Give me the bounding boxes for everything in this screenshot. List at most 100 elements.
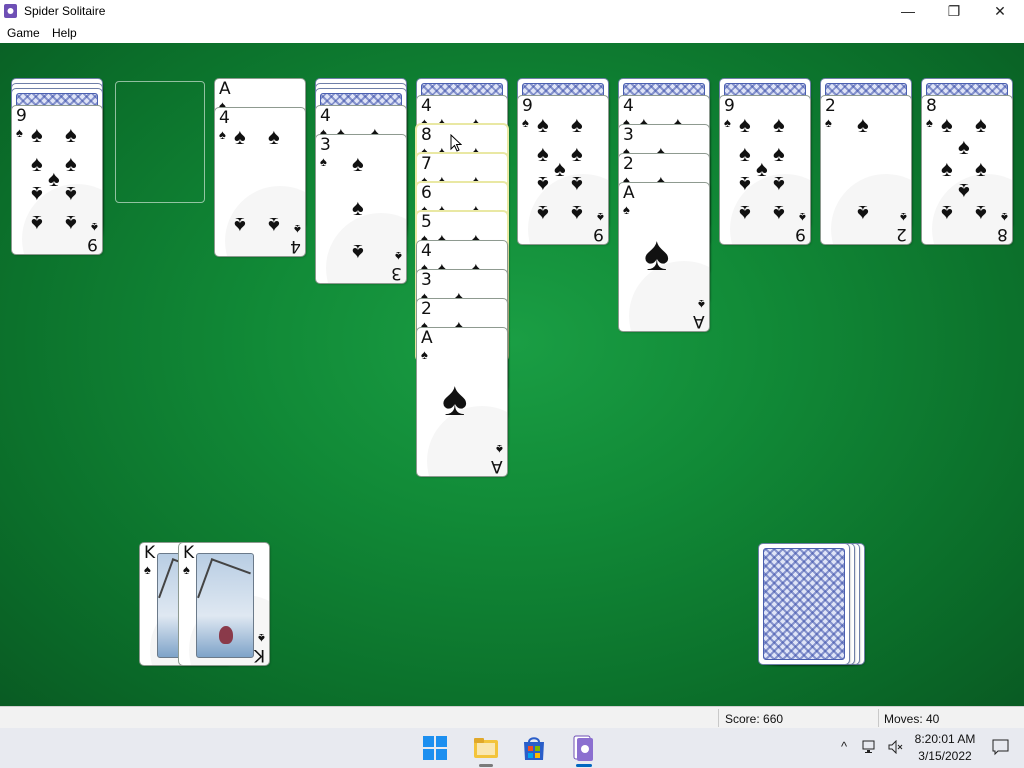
spade-icon: ♠ (941, 156, 953, 181)
spade-icon: ♠ (975, 201, 987, 226)
card-rank: A (219, 79, 231, 99)
spade-icon: ♠ (234, 213, 246, 238)
card-rank: 8 (421, 125, 432, 145)
maximize-button[interactable]: ❐ (931, 0, 977, 22)
restore-icon: ❐ (947, 2, 961, 19)
menu-game[interactable]: Game (7, 26, 40, 40)
card-rank: 8 (926, 96, 937, 116)
card-rank: 5 (421, 212, 432, 232)
close-button[interactable]: ✕ (977, 0, 1023, 22)
spade-icon: ♠ (597, 210, 604, 225)
empty-tableau-slot[interactable] (115, 81, 205, 203)
card-rank: 9 (87, 234, 98, 254)
taskbar: ^ 8:20:01 AM 3/15/2022 (0, 728, 1024, 768)
spade-icon: ♠ (320, 154, 327, 169)
spade-icon: ♠ (537, 112, 549, 137)
active-app-indicator (576, 764, 592, 767)
spider-solitaire-icon[interactable] (568, 733, 598, 763)
spade-icon: ♠ (352, 151, 364, 176)
playing-card[interactable]: 9 ♠ ♠ ♠ ♠ ♠ ♠ ♠ ♠ ♠ ♠ 9 ♠ (518, 96, 608, 244)
spade-icon: ♠ (442, 373, 468, 426)
card-rank: 9 (593, 224, 604, 244)
card-rank: 2 (421, 299, 432, 319)
spade-icon: ♠ (773, 112, 785, 137)
minimize-button[interactable]: — (885, 0, 931, 22)
spade-icon: ♠ (1001, 210, 1008, 225)
spade-icon: ♠ (421, 347, 428, 362)
stock-card-back[interactable] (759, 544, 849, 664)
spade-icon: ♠ (724, 115, 731, 130)
spade-icon: ♠ (571, 141, 583, 166)
spade-icon: ♠ (857, 112, 869, 137)
clock-time[interactable]: 8:20:01 AM (912, 732, 978, 746)
spade-icon: ♠ (975, 156, 987, 181)
card-rank: K (144, 543, 156, 563)
spade-icon: ♠ (65, 122, 77, 147)
spade-icon: ♠ (739, 201, 751, 226)
spade-icon: ♠ (522, 115, 529, 130)
playing-card[interactable]: 9 ♠ ♠ ♠ ♠ ♠ ♠ ♠ ♠ ♠ ♠ 9 ♠ (12, 106, 102, 254)
spade-icon: ♠ (739, 112, 751, 137)
close-icon: ✕ (994, 2, 1006, 19)
spade-icon: ♠ (234, 124, 246, 149)
spade-icon: ♠ (31, 151, 43, 176)
volume-muted-icon[interactable] (888, 740, 904, 754)
spade-icon: ♠ (926, 115, 933, 130)
microsoft-store-icon[interactable] (519, 733, 549, 763)
menu-help[interactable]: Help (52, 26, 77, 40)
playing-card[interactable]: 9 ♠ ♠ ♠ ♠ ♠ ♠ ♠ ♠ ♠ ♠ 9 ♠ (720, 96, 810, 244)
status-bar: Score: 660 Moves: 40 (0, 706, 1024, 729)
file-explorer-icon[interactable] (471, 733, 501, 763)
spade-icon: ♠ (268, 124, 280, 149)
spade-icon: ♠ (258, 631, 265, 646)
card-rank: 7 (421, 154, 432, 174)
card-rank: 8 (997, 224, 1008, 244)
spade-icon: ♠ (571, 112, 583, 137)
spade-icon: ♠ (31, 211, 43, 236)
playing-card[interactable]: K♠K♠ (179, 543, 269, 665)
spade-icon: ♠ (900, 210, 907, 225)
card-rank: 2 (896, 224, 907, 244)
spade-icon: ♠ (91, 220, 98, 235)
spade-icon: ♠ (537, 201, 549, 226)
network-icon[interactable] (862, 740, 878, 754)
status-divider (878, 709, 879, 727)
card-rank: K (253, 645, 265, 665)
card-rank: 4 (320, 106, 331, 126)
playing-card[interactable]: 3♠♠♠♠3♠ (316, 135, 406, 283)
playing-card[interactable]: 8♠♠♠♠♠♠♠♠♠8♠ (922, 96, 1012, 244)
playing-card[interactable]: 2♠♠♠2♠ (821, 96, 911, 244)
spade-icon: ♠ (773, 141, 785, 166)
playing-card[interactable]: 4♠♠♠♠♠4♠ (215, 108, 305, 256)
spade-icon: ♠ (941, 112, 953, 137)
spade-icon: ♠ (395, 249, 402, 264)
spade-icon: ♠ (268, 213, 280, 238)
mouse-cursor-icon (450, 134, 462, 152)
spade-icon: ♠ (65, 211, 77, 236)
spade-icon: ♠ (941, 201, 953, 226)
card-rank: 9 (16, 106, 27, 126)
spade-icon: ♠ (16, 125, 23, 140)
spade-icon: ♠ (352, 240, 364, 265)
spade-icon: ♠ (554, 156, 566, 181)
start-icon[interactable] (420, 733, 450, 763)
card-rank: 3 (421, 270, 432, 290)
spade-icon: ♠ (799, 210, 806, 225)
spade-icon: ♠ (496, 442, 503, 457)
spade-icon: ♠ (537, 141, 549, 166)
show-hidden-icons-chevron-icon[interactable]: ^ (841, 739, 847, 754)
playing-card[interactable]: A♠♠A♠ (619, 183, 709, 331)
spade-icon: ♠ (144, 562, 151, 577)
notification-icon[interactable] (992, 739, 1009, 756)
spade-icon: ♠ (857, 201, 869, 226)
playing-card[interactable]: A♠♠A♠ (417, 328, 507, 476)
spade-icon: ♠ (644, 228, 670, 281)
clock-date[interactable]: 3/15/2022 (912, 749, 978, 763)
spade-icon: ♠ (698, 297, 705, 312)
minimize-icon: — (901, 3, 915, 19)
spade-icon: ♠ (958, 134, 970, 159)
running-indicator (479, 764, 493, 767)
card-rank: 9 (795, 224, 806, 244)
card-rank: 2 (623, 154, 634, 174)
moves-label: Moves: 40 (884, 712, 940, 726)
